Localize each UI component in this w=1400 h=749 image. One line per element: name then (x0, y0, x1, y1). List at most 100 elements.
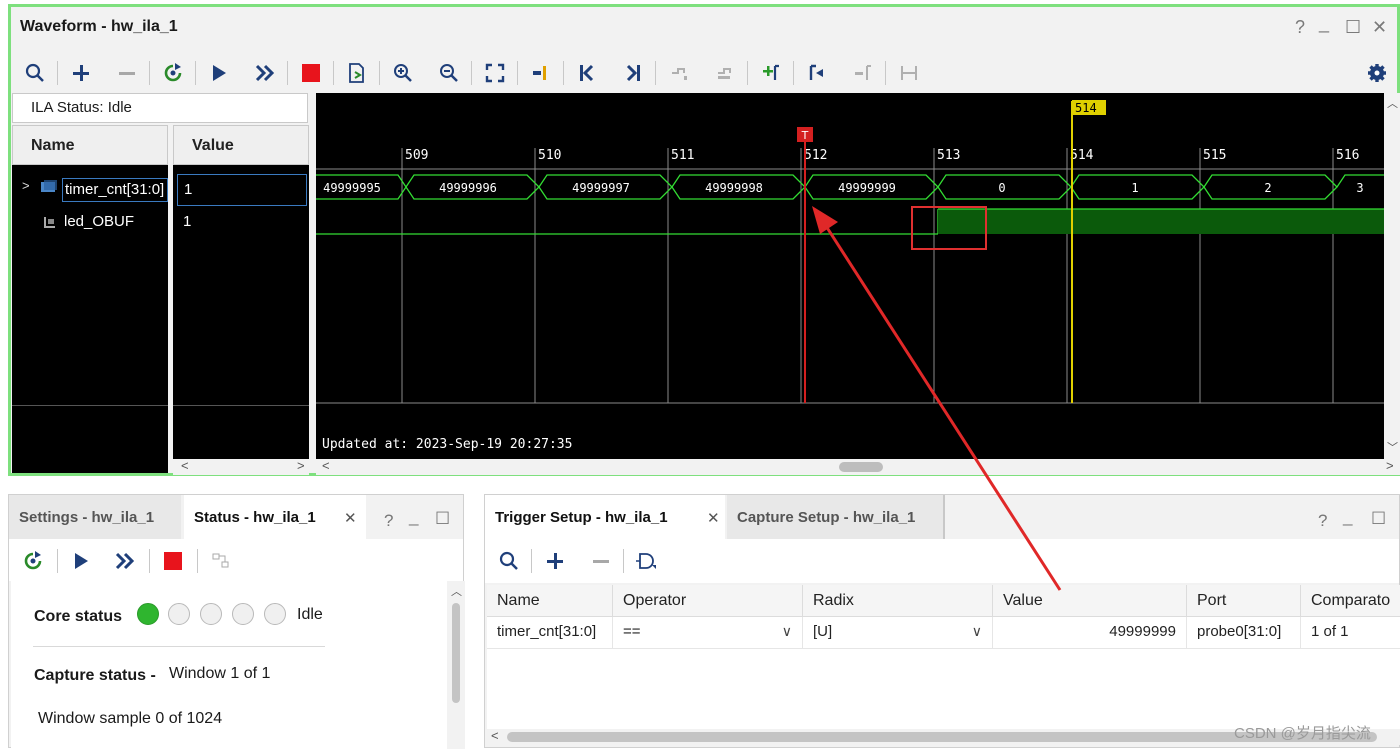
close-tab-icon[interactable]: ✕ (707, 509, 720, 527)
help-button[interactable]: ? (1318, 511, 1327, 531)
chevron-down-icon[interactable]: ∨ (782, 623, 792, 640)
refresh-icon[interactable] (17, 541, 49, 581)
scroll-up-icon[interactable]: ︿ (1387, 95, 1398, 111)
export-icon[interactable] (341, 53, 373, 93)
add-icon[interactable] (539, 541, 571, 581)
column-header-radix[interactable]: Radix (803, 585, 993, 617)
search-icon[interactable] (19, 53, 51, 93)
minimize-button[interactable]: _ (1343, 507, 1352, 527)
scroll-left-icon[interactable]: < (181, 458, 189, 473)
radix-value: [U] (813, 623, 833, 640)
settings-icon[interactable] (205, 541, 237, 581)
value-column-header[interactable]: Value (173, 125, 309, 165)
radix-select[interactable]: [U] ∨ (803, 617, 993, 649)
scroll-right-icon[interactable]: > (297, 458, 305, 473)
maximize-button[interactable]: ☐ (1345, 17, 1361, 38)
time-marker-514: 514 (1070, 148, 1094, 163)
maximize-button[interactable]: ☐ (1371, 509, 1386, 529)
ila-status: ILA Status: Idle (12, 93, 308, 123)
previous-marker-icon[interactable] (801, 53, 833, 93)
stop-icon[interactable] (295, 53, 327, 93)
tab-capture-setup[interactable]: Capture Setup - hw_ila_1 (727, 495, 945, 539)
help-button[interactable]: ? (384, 511, 393, 531)
scroll-down-icon[interactable]: ﹀ (1387, 439, 1398, 455)
tab-status[interactable]: Status - hw_ila_1 ✕ (184, 495, 366, 539)
play-icon[interactable] (65, 541, 97, 581)
chevron-down-icon[interactable]: ∨ (972, 623, 982, 640)
scroll-up-icon[interactable]: ︿ (451, 583, 462, 599)
trigger-value-input[interactable]: 49999999 (993, 617, 1187, 649)
tab-trigger-setup-label: Trigger Setup - hw_ila_1 (495, 509, 668, 526)
scroll-left-icon[interactable]: < (491, 728, 499, 743)
add-marker-icon[interactable] (755, 53, 787, 93)
bus-value: 1 (1131, 181, 1138, 195)
zoom-fit-icon[interactable] (479, 53, 511, 93)
go-to-cursor-icon[interactable] (525, 53, 557, 93)
go-to-end-icon[interactable] (617, 53, 649, 93)
name-column-header[interactable]: Name (12, 125, 168, 165)
operator-select[interactable]: == ∨ (613, 617, 803, 649)
zoom-in-icon[interactable] (387, 53, 419, 93)
column-header-value[interactable]: Value (993, 585, 1187, 617)
column-header-operator[interactable]: Operator (613, 585, 803, 617)
gate-icon[interactable] (631, 541, 663, 581)
previous-transition-icon[interactable] (663, 53, 695, 93)
minimize-button[interactable]: _ (409, 507, 418, 527)
window-sample: Window sample 0 of 1024 (38, 710, 223, 727)
close-button[interactable]: ✕ (1372, 17, 1387, 38)
scroll-thumb[interactable] (839, 462, 883, 472)
core-status-label: Core status (34, 608, 123, 625)
maximize-button[interactable]: ☐ (435, 509, 450, 529)
scroll-right-icon[interactable]: > (1386, 458, 1394, 473)
status-scrollbar[interactable]: ︿ (447, 581, 465, 749)
time-marker-512: 512 (804, 148, 827, 163)
waveform-horizontal-scrollbar[interactable]: < > (316, 458, 1400, 475)
fast-forward-icon[interactable] (109, 541, 141, 581)
trigger-setup-panel: Trigger Setup - hw_ila_1 ✕ Capture Setup… (484, 494, 1400, 748)
scroll-thumb[interactable] (452, 603, 460, 703)
swap-cursors-icon[interactable] (893, 53, 925, 93)
capture-status-value: Window 1 of 1 (169, 665, 271, 682)
column-header-comparator[interactable]: Comparato (1301, 585, 1400, 617)
updated-at: Updated at: 2023-Sep-19 20:27:35 (322, 437, 572, 452)
fast-forward-icon[interactable] (249, 53, 281, 93)
time-marker-510: 510 (538, 148, 561, 163)
wire-icon (43, 215, 57, 229)
next-marker-icon[interactable] (847, 53, 879, 93)
signal-name: led_OBUF (64, 213, 135, 230)
remove-icon[interactable] (111, 53, 143, 93)
tab-trigger-setup[interactable]: Trigger Setup - hw_ila_1 ✕ (485, 495, 725, 539)
status-dot-active (137, 603, 159, 625)
core-status-indicators (137, 603, 286, 627)
next-transition-icon[interactable] (709, 53, 741, 93)
column-header-name[interactable]: Name (487, 585, 613, 617)
time-marker-509: 509 (405, 148, 428, 163)
remove-icon[interactable] (585, 541, 617, 581)
stop-icon[interactable] (157, 541, 189, 581)
scroll-left-icon[interactable]: < (322, 458, 330, 473)
trigger-table: Name Operator Radix Value Port Comparato… (487, 585, 1400, 745)
waveform-canvas[interactable]: 509 510 511 512 513 514 515 516 49999995… (316, 93, 1384, 459)
zoom-out-icon[interactable] (433, 53, 465, 93)
signal-value-row[interactable]: 1 (173, 207, 309, 237)
column-header-port[interactable]: Port (1187, 585, 1301, 617)
tab-settings[interactable]: Settings - hw_ila_1 (9, 495, 181, 539)
trigger-toolbar (485, 539, 1399, 583)
gear-icon[interactable] (1361, 53, 1393, 93)
close-tab-icon[interactable]: ✕ (344, 509, 357, 527)
go-to-start-icon[interactable] (571, 53, 603, 93)
refresh-icon[interactable] (157, 53, 189, 93)
add-icon[interactable] (65, 53, 97, 93)
search-icon[interactable] (493, 541, 525, 581)
waveform-vertical-scrollbar[interactable]: ︿ ﹀ (1384, 93, 1400, 459)
expand-chevron-icon[interactable]: > (22, 178, 30, 193)
signal-row-timer-cnt[interactable]: > timer_cnt[31:0] (12, 173, 168, 203)
bus-icon (41, 180, 57, 194)
signal-row-led-obuf[interactable]: led_OBUF (12, 207, 168, 237)
play-icon[interactable] (203, 53, 235, 93)
help-button[interactable]: ? (1295, 17, 1305, 38)
signal-value-row[interactable]: 1 (173, 173, 309, 206)
name-value-scrollbar[interactable]: < > (173, 458, 309, 475)
minimize-button[interactable]: _ (1319, 13, 1329, 34)
trigger-probe-name[interactable]: timer_cnt[31:0] (487, 617, 613, 649)
